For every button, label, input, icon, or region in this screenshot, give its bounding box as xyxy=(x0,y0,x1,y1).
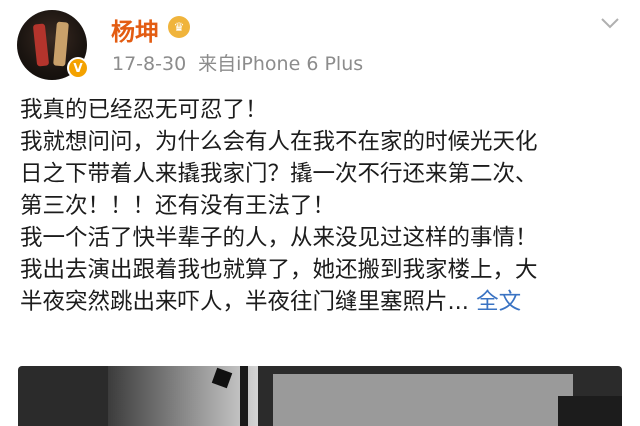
post-body: 我真的已经忍无可忍了！ 我就想问问，为什么会有人在我不在家的时候光天化 日之下带… xyxy=(20,94,630,318)
photo-wall-light xyxy=(108,366,258,426)
photo-pipe xyxy=(240,366,248,426)
verified-badge-icon: V xyxy=(67,57,89,79)
post-line-last: 半夜突然跳出来吓人，半夜往门缝里塞照片... 全文 xyxy=(20,286,630,318)
post-photo[interactable] xyxy=(18,366,622,426)
avatar-guitar-tan xyxy=(53,21,69,67)
post-line: 日之下带着人来撬我家门？撬一次不行还来第二次、 xyxy=(20,161,538,187)
expand-full-text-link[interactable]: 全文 xyxy=(476,289,521,315)
photo-rail xyxy=(558,396,622,426)
post-source: 来自iPhone 6 Plus xyxy=(198,53,364,75)
post-line: 我出去演出跟着我也就算了，她还搬到我家楼上，大 xyxy=(20,257,538,283)
post-line: 第三次！！！还有没有王法了！ xyxy=(20,193,336,219)
post-line: 半夜突然跳出来吓人，半夜往门缝里塞照片... xyxy=(20,289,469,315)
post-line: 我真的已经忍无可忍了！ xyxy=(20,97,268,123)
username[interactable]: 杨坤 xyxy=(111,12,159,47)
post-date: 17-8-30 xyxy=(112,53,187,75)
post-line: 我一个活了快半辈子的人，从来没见过这样的事情！ xyxy=(20,225,538,251)
photo-door xyxy=(273,374,573,426)
post-meta: 17-8-30 来自iPhone 6 Plus xyxy=(112,49,363,76)
avatar-guitar-red xyxy=(32,23,50,67)
chevron-down-icon[interactable] xyxy=(599,12,621,34)
verified-v-icon: V xyxy=(69,59,87,77)
post-header: V 杨坤 ♛ 17-8-30 来自iPhone 6 Plus xyxy=(0,0,640,90)
crown-badge-icon[interactable]: ♛ xyxy=(168,16,190,38)
post-line: 我就想问问，为什么会有人在我不在家的时候光天化 xyxy=(20,129,538,155)
